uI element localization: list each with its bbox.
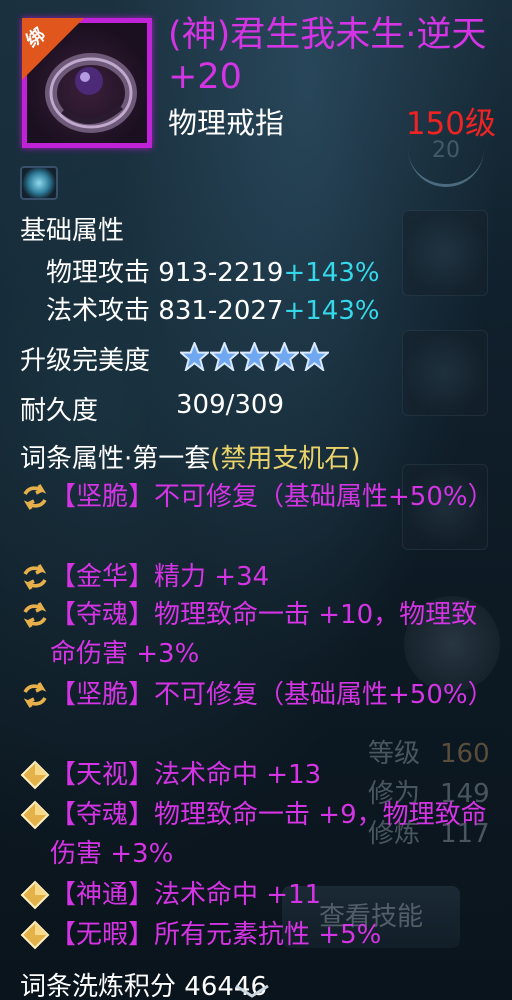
chevron-down-icon[interactable] xyxy=(232,984,272,998)
affix-text: 法术命中 +11 xyxy=(154,880,322,910)
affix-text: 所有元素抗性 +5% xyxy=(154,920,382,950)
affix-row: 【坚脆】不可修复（基础属性+50%） xyxy=(50,478,496,517)
affix-tag: 【无暇】 xyxy=(50,920,155,950)
affix-tag: 【坚脆】 xyxy=(50,680,155,710)
durability-value: 309/309 xyxy=(176,390,285,420)
affix-row: 【神通】法术命中 +11 xyxy=(50,876,496,915)
base-stat-row: 法术攻击 831-2027+143% xyxy=(46,296,380,326)
item-name: (神)君生我未生·逆天 +20 xyxy=(168,15,487,97)
affix-text: 法术命中 +13 xyxy=(154,760,322,790)
affix-tag: 【坚脆】 xyxy=(50,482,155,512)
affix-text: 精力 +34 xyxy=(154,562,270,592)
affix-tag: 【金华】 xyxy=(50,562,155,592)
affix-tag: 【天视】 xyxy=(50,760,155,790)
affix-text: 不可修复（基础属性+50%） xyxy=(154,482,494,512)
bg-level-badge: 20 xyxy=(408,138,484,187)
durability-label: 耐久度 xyxy=(20,396,99,426)
item-level: 150级 xyxy=(405,106,496,142)
affix-heading: 词条属性·第一套(禁用支机石) xyxy=(20,444,361,474)
affix-row: 【坚脆】不可修复（基础属性+50%） xyxy=(50,676,496,715)
affix-row: 【天视】法术命中 +13 xyxy=(50,756,496,795)
gem-slot-icon xyxy=(20,166,58,200)
diamond-icon xyxy=(20,800,50,830)
affix-tag: 【夺魂】 xyxy=(50,800,155,830)
affix-row: 【夺魂】物理致命一击 +10，物理致命伤害 +3% xyxy=(50,596,496,674)
swirl-icon xyxy=(23,484,47,510)
swirl-icon xyxy=(23,682,47,708)
bg-equipment-slot xyxy=(402,330,488,416)
base-attributes-heading: 基础属性 xyxy=(20,216,125,246)
affix-text: 不可修复（基础属性+50%） xyxy=(154,680,494,710)
bound-badge: 绑 xyxy=(22,18,92,88)
affix-tag: 【神通】 xyxy=(50,880,155,910)
perfection-stars xyxy=(180,342,330,375)
affix-row: 【无暇】所有元素抗性 +5% xyxy=(50,916,496,955)
star-icon xyxy=(270,342,299,371)
star-icon xyxy=(300,342,329,371)
item-tooltip: 20 等级 160 修为 149 修炼 117 查看技能 绑 (神)君生我未生·逆天 … xyxy=(0,0,512,1000)
affix-row: 【夺魂】物理致命一击 +9，物理致命伤害 +3% xyxy=(50,796,496,874)
refine-score: 词条洗炼积分 46446 xyxy=(20,972,267,1000)
base-stat-row: 物理攻击 913-2219+143% xyxy=(46,258,380,288)
star-icon xyxy=(240,342,269,371)
item-type: 物理戒指 xyxy=(168,106,285,140)
bg-equipment-slot xyxy=(402,210,488,296)
diamond-icon xyxy=(20,920,50,950)
affix-row: 【金华】精力 +34 xyxy=(50,558,496,597)
swirl-icon xyxy=(23,564,47,590)
swirl-icon xyxy=(23,602,47,628)
star-icon xyxy=(210,342,239,371)
upgrade-perfection-label: 升级完美度 xyxy=(20,346,151,376)
affix-tag: 【夺魂】 xyxy=(50,600,155,630)
diamond-icon xyxy=(20,880,50,910)
star-icon xyxy=(180,342,209,371)
diamond-icon xyxy=(20,760,50,790)
